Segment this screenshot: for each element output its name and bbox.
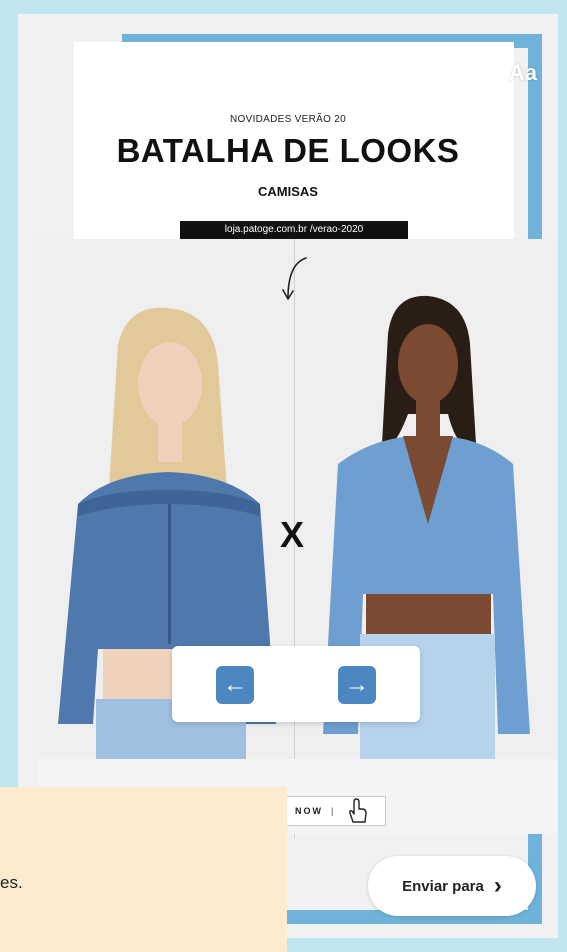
caption-overlay: es. xyxy=(0,787,287,952)
story-toolbar: Aa xyxy=(18,48,558,98)
story-subtitle: NOVIDADES VERÃO 20 xyxy=(230,114,346,125)
chevron-right-icon: › xyxy=(493,872,502,899)
sticker-icon[interactable] xyxy=(318,56,352,90)
arrow-left-icon: ← xyxy=(223,671,247,698)
send-to-label: Enviar para xyxy=(402,877,484,895)
link-icon[interactable] xyxy=(256,56,290,90)
story-title: BATALHA DE LOOKS xyxy=(116,132,460,169)
previous-arrow-button[interactable]: ← xyxy=(216,666,254,704)
navigation-panel: ← → xyxy=(172,646,420,722)
close-icon[interactable] xyxy=(68,56,102,90)
shop-now-button[interactable]: NOW | xyxy=(280,796,386,826)
draw-icon[interactable] xyxy=(443,56,477,90)
hand-cursor-icon xyxy=(348,798,367,823)
caption-text: es. xyxy=(0,873,23,892)
face-effects-icon[interactable] xyxy=(193,56,227,90)
sound-icon[interactable] xyxy=(381,56,415,90)
next-arrow-button[interactable]: → xyxy=(338,666,376,704)
shop-now-label: NOW xyxy=(295,806,323,816)
story-url: loja.patoge.com.br /verao-2020 xyxy=(180,221,408,239)
divider: | xyxy=(331,806,336,816)
arrow-right-icon: → xyxy=(345,671,369,698)
text-tool-button[interactable]: Aa xyxy=(506,56,540,90)
send-to-button[interactable]: Enviar para › xyxy=(368,856,536,916)
versus-mark: X xyxy=(280,514,305,555)
story-category: CAMISAS xyxy=(258,184,318,199)
download-icon[interactable] xyxy=(131,56,165,90)
